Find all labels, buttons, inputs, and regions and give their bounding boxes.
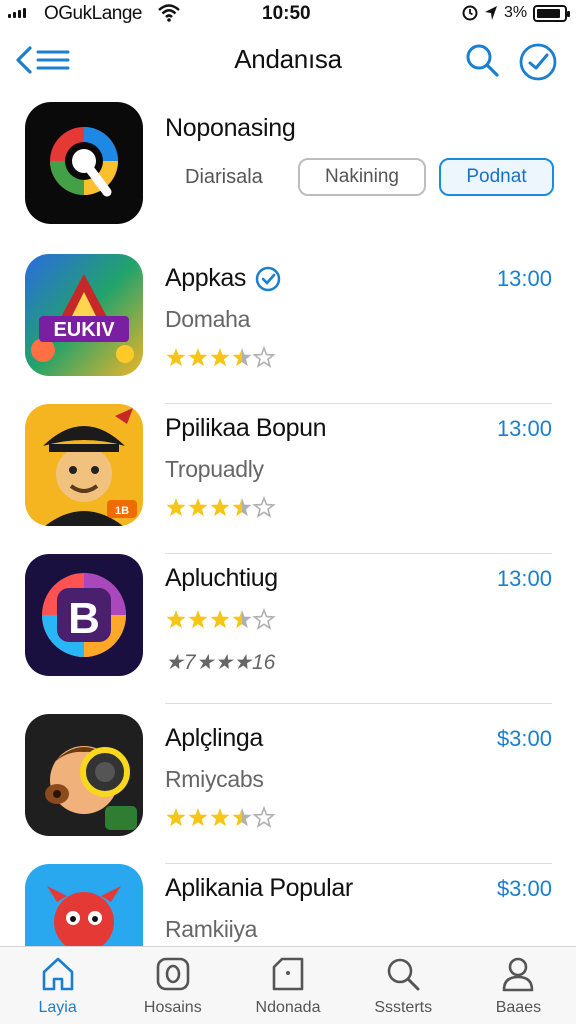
app-subtitle: Tropuadly	[165, 456, 264, 482]
red-creature-icon	[25, 864, 143, 946]
verified-badge-icon	[255, 266, 281, 291]
app-name: Apluchtiug	[165, 564, 278, 593]
box-icon	[272, 957, 304, 991]
star-icon	[188, 808, 208, 827]
tab-profile[interactable]: Baaes	[461, 947, 576, 1024]
alarm-icon	[462, 5, 478, 21]
tab-label: Ndonada	[255, 999, 321, 1016]
svg-text:B: B	[68, 594, 100, 643]
pirate-character-icon: 1B	[25, 404, 143, 526]
star-rating	[165, 495, 281, 525]
check-circle-icon	[519, 43, 557, 81]
star-icon	[252, 805, 276, 828]
search-icon	[387, 958, 420, 991]
featured-app: Noponasing Diarisala Nakining Podnat	[0, 96, 576, 236]
app-name-text: Apluchtiug	[165, 564, 278, 592]
star-icon	[188, 348, 208, 367]
star-icon	[210, 610, 230, 629]
star-icon	[166, 498, 186, 517]
wifi-icon	[158, 4, 180, 27]
star-rating	[165, 607, 281, 637]
star-rating-graphic	[166, 805, 276, 828]
star-icon	[166, 348, 186, 367]
featured-app-name: Noponasing	[165, 114, 296, 142]
star-icon	[166, 610, 186, 629]
star-rating	[165, 345, 281, 375]
o-square-icon	[156, 957, 190, 991]
star-icon	[252, 495, 276, 518]
carrier-name: OGukLange	[44, 3, 142, 24]
star-icon	[188, 498, 208, 517]
app-name: Appkas	[165, 264, 282, 293]
status-bar: OGukLange 10:50 3%	[0, 0, 576, 28]
app-list-item[interactable]: Aplçlinga Rmiycabs $3:00	[0, 714, 576, 864]
tab-label: Layia	[38, 999, 77, 1016]
star-icon	[232, 610, 252, 629]
star-icon	[232, 498, 252, 517]
app-name-text: Ppilikaa Bopun	[165, 414, 327, 442]
star-rating-graphic	[166, 495, 276, 518]
app-list-item[interactable]: 1B Ppilikaa Bopun Tropuadly 13:00	[0, 404, 576, 554]
search-icon	[466, 44, 499, 77]
tab-label: Sssterts	[374, 999, 433, 1016]
home-icon	[42, 957, 73, 991]
app-subtitle: Rmiycabs	[165, 766, 264, 792]
star-icon	[210, 808, 230, 827]
signal-icon	[8, 6, 26, 18]
status-time: 10:50	[262, 3, 311, 24]
star-icon	[232, 808, 252, 827]
featured-secondary-button[interactable]: Nakining	[298, 158, 426, 196]
tab-label: Hosains	[143, 999, 202, 1016]
tab-bar: Layia Hosains Ndonada Sssterts Baaes	[0, 946, 576, 1024]
battery-icon	[533, 4, 571, 22]
svg-text:EUKIV: EUKIV	[53, 319, 115, 341]
location-icon	[485, 6, 497, 20]
star-icon	[188, 610, 208, 629]
app-subtitle: Ramkiiya	[165, 916, 258, 942]
featured-primary-button[interactable]: Podnat	[439, 158, 554, 196]
star-rating-graphic	[166, 345, 276, 368]
person-icon	[503, 957, 534, 992]
star-icon	[252, 607, 276, 630]
search-button[interactable]	[462, 40, 502, 80]
divider	[165, 703, 552, 704]
svg-text:1B: 1B	[115, 505, 129, 517]
tab-ndonada[interactable]: Ndonada	[230, 947, 345, 1024]
star-icon	[166, 808, 186, 827]
app-price[interactable]: $3:00	[497, 876, 552, 902]
star-icon	[210, 498, 230, 517]
featured-app-label: Diarisala	[185, 166, 263, 188]
q-logo-icon[interactable]	[25, 102, 143, 224]
app-price[interactable]: 13:00	[497, 266, 552, 292]
tab-search[interactable]: Sssterts	[346, 947, 461, 1024]
star-icon	[252, 345, 276, 368]
star-rating	[165, 805, 281, 835]
star-icon	[232, 348, 252, 367]
tab-label: Baaes	[495, 999, 542, 1016]
app-list-item[interactable]: Aplikania Popular Ramkiiya $3:00	[0, 864, 576, 946]
app-name-text: Aplçlinga	[165, 724, 263, 752]
tab-hosains[interactable]: Hosains	[115, 947, 230, 1024]
star-icon	[210, 348, 230, 367]
battery-percentage: 3%	[504, 4, 528, 21]
app-name: Ppilikaa Bopun	[165, 414, 327, 443]
app-list-item[interactable]: B Apluchtiug ★7★★★16 13:00	[0, 554, 576, 704]
game-a-icon: EUKIV	[25, 254, 143, 376]
app-subtitle: Domaha	[165, 306, 251, 332]
navigation-bar: Andanısa	[0, 30, 576, 90]
verified-button[interactable]	[516, 40, 560, 84]
app-price[interactable]: 13:00	[497, 416, 552, 442]
app-name: Aplçlinga	[165, 724, 263, 753]
app-price[interactable]: $3:00	[497, 726, 552, 752]
app-list-item[interactable]: EUKIV Appkas Domaha 13:00	[0, 254, 576, 404]
headphone-character-icon	[25, 714, 143, 836]
app-price[interactable]: 13:00	[497, 566, 552, 592]
app-name: Aplikania Popular	[165, 874, 353, 903]
app-name-text: Aplikania Popular	[165, 874, 353, 902]
tab-home[interactable]: Layia	[0, 947, 115, 1024]
star-rating-graphic	[166, 607, 276, 630]
b-logo-icon: B	[25, 554, 143, 676]
rating-count: ★7★★★16	[165, 651, 276, 674]
app-name-text: Appkas	[165, 264, 246, 292]
